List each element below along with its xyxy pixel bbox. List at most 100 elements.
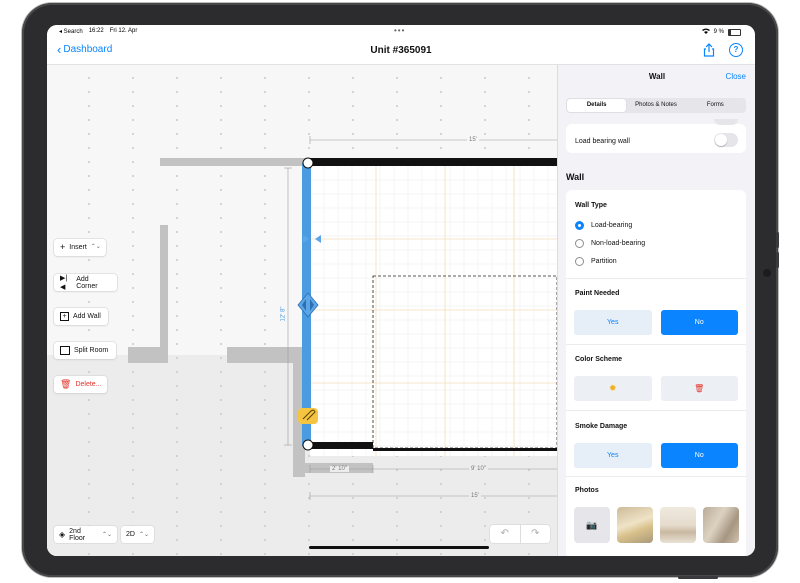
photo-thumbnail[interactable] — [703, 507, 739, 543]
close-button[interactable]: Close — [726, 72, 746, 81]
chevron-updown-icon: ⌃⌄ — [138, 532, 150, 538]
chevron-updown-icon: ⌃⌄ — [90, 244, 101, 250]
undo-redo-group: ↶ ↷ — [490, 525, 550, 543]
color-scheme-heading: Color Scheme — [575, 356, 623, 363]
radio-non-load-bearing[interactable]: Non-load-bearing — [575, 239, 645, 248]
top-wall — [308, 158, 557, 166]
wall-details-panel: Wall Close Details Photos & Notes Forms … — [557, 65, 755, 556]
add-wall-button[interactable]: + Add Wall — [54, 308, 108, 325]
color-scheme-options: ✹ 🗑 — [574, 376, 738, 401]
plus-icon: + — [60, 242, 66, 252]
status-date: Fri 12. Apr — [109, 28, 138, 34]
trash-icon: 🗑 — [694, 384, 705, 393]
photo-thumbnail[interactable] — [617, 507, 653, 543]
share-icon[interactable] — [703, 43, 715, 57]
photo-strip: 📷 — [574, 507, 739, 543]
radio-load-bearing[interactable]: Load-bearing — [575, 221, 632, 230]
paint-no-button[interactable]: No — [660, 310, 738, 335]
add-photo-button[interactable]: 📷 — [574, 507, 610, 543]
wall-type-heading: Wall Type — [575, 202, 607, 209]
corner-handle — [302, 439, 314, 451]
view-mode-selector[interactable]: 2D ⌃⌄ — [121, 526, 154, 543]
add-corner-button[interactable]: ▶|◀ Add Corner — [54, 274, 117, 291]
add-wall-icon: + — [60, 312, 69, 321]
wall-properties-card: Wall Type Load-bearing Non-load-bearing … — [566, 190, 746, 556]
add-wall-label: Add Wall — [73, 313, 101, 320]
delete-button[interactable]: 🗑 Delete... — [54, 376, 107, 393]
load-bearing-toggle[interactable] — [714, 133, 738, 147]
dimension-label-bottom-mid: 9' 10" — [469, 466, 488, 472]
panel-tabs: Details Photos & Notes Forms — [566, 98, 746, 113]
power-button — [678, 576, 718, 579]
radio-selected-icon — [575, 221, 584, 230]
insert-label: Insert — [69, 244, 87, 251]
floor-selector[interactable]: ◈ 2nd Floor ⌃⌄ — [54, 526, 117, 543]
volume-button — [776, 232, 779, 248]
smoke-no-button[interactable]: No — [660, 443, 738, 468]
split-room-label: Split Room — [74, 347, 109, 354]
photo-thumbnail[interactable] — [660, 507, 696, 543]
sun-icon: ✹ — [608, 383, 617, 393]
smoke-damage-options: Yes No — [574, 443, 738, 468]
neighbor-wall — [160, 158, 308, 166]
trash-icon: 🗑 — [60, 379, 72, 389]
camera-bump — [763, 269, 771, 277]
divider — [566, 344, 746, 345]
radio-label: Non-load-bearing — [591, 240, 646, 247]
help-icon[interactable]: ? — [729, 43, 743, 57]
dimension-label-left: 12' 8" — [280, 304, 287, 324]
bottom-wall — [308, 442, 373, 449]
load-bearing-card: Load bearing wall — [566, 119, 746, 153]
status-back-app[interactable]: ◂ Search — [59, 28, 83, 35]
radio-label: Load-bearing — [591, 222, 633, 229]
tab-photos-notes[interactable]: Photos & Notes — [626, 99, 685, 112]
dimension-label-bottom-total: 15' — [469, 493, 481, 499]
attachment-marker — [298, 408, 318, 424]
partial-toggle — [714, 119, 738, 125]
color-scheme-light-button[interactable]: ✹ — [574, 376, 652, 401]
page-title: Unit #365091 — [370, 45, 432, 56]
floor-plan-drawing — [128, 136, 557, 500]
paint-needed-heading: Paint Needed — [575, 290, 620, 297]
corner-handle — [302, 157, 314, 169]
delete-label: Delete... — [75, 381, 102, 388]
status-time: 16:22 — [88, 28, 104, 34]
status-bar: ◂ Search 16:22 Fri 12. Apr ••• 9 % — [47, 25, 755, 39]
radio-label: Partition — [591, 258, 617, 265]
tab-forms[interactable]: Forms — [686, 99, 745, 112]
divider — [566, 278, 746, 279]
radio-partition[interactable]: Partition — [575, 257, 617, 266]
bottom-wall — [373, 448, 557, 451]
dimension-label-bottom-left: 2' 10" — [330, 466, 349, 472]
split-room-button[interactable]: Split Room — [54, 342, 116, 359]
smoke-yes-button[interactable]: Yes — [574, 443, 652, 468]
floor-label: 2nd Floor — [69, 527, 86, 542]
color-scheme-delete-button[interactable]: 🗑 — [660, 376, 738, 401]
multitask-dots-icon[interactable]: ••• — [394, 26, 405, 35]
floor-plan-canvas[interactable]: 15' 12' 8" 2' 10" 9' 10" 15' + Insert ⌃⌄… — [47, 65, 557, 556]
dimension-label-top: 15' — [467, 137, 479, 143]
camera-icon: 📷 — [586, 519, 598, 530]
paint-needed-options: Yes No — [574, 310, 738, 335]
paint-yes-button[interactable]: Yes — [574, 310, 652, 335]
panel-header: Wall Close — [558, 65, 755, 95]
wifi-icon — [701, 28, 710, 36]
divider — [566, 476, 746, 477]
volume-button — [776, 252, 779, 268]
battery-icon — [728, 28, 741, 36]
corner-icon: ▶|◀ — [60, 274, 68, 291]
radio-empty-icon — [575, 257, 584, 266]
screen: ◂ Search 16:22 Fri 12. Apr ••• 9 % ‹ Das… — [47, 25, 755, 556]
battery-percent: 9 % — [713, 29, 724, 35]
split-room-icon — [60, 346, 70, 355]
layers-icon: ◈ — [59, 530, 66, 539]
load-bearing-label: Load bearing wall — [575, 138, 630, 145]
tab-details[interactable]: Details — [567, 99, 627, 112]
view-mode-label: 2D — [126, 531, 135, 538]
radio-empty-icon — [575, 239, 584, 248]
redo-icon[interactable]: ↷ — [521, 525, 551, 543]
insert-button[interactable]: + Insert ⌃⌄ — [54, 239, 106, 256]
undo-icon[interactable]: ↶ — [490, 525, 521, 543]
photos-heading: Photos — [575, 487, 599, 494]
home-indicator[interactable] — [309, 546, 489, 549]
